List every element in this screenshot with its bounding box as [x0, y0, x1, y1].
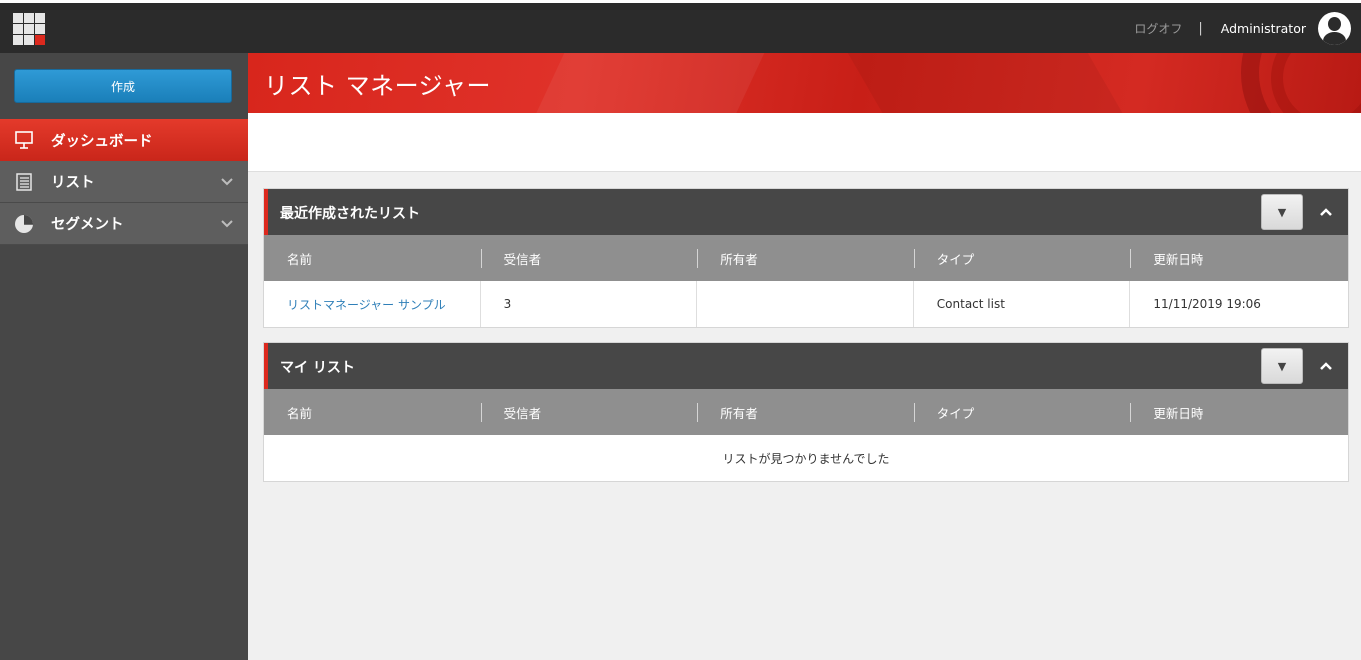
user-name[interactable]: Administrator: [1221, 21, 1306, 36]
recent-lists-panel: 最近作成されたリスト ▼ 名前 受信者 所有者 タイプ 更新日時 リストマネージ…: [263, 188, 1349, 328]
updated-cell: 11/11/2019 19:06: [1153, 297, 1261, 311]
avatar-icon[interactable]: [1318, 11, 1351, 45]
column-header-recipients[interactable]: 受信者: [480, 389, 698, 435]
top-bar: ログオフ | Administrator: [0, 0, 1361, 53]
column-header-owner[interactable]: 所有者: [697, 235, 914, 281]
page-title: リスト マネージャー: [264, 72, 491, 100]
app-launcher-icon[interactable]: [13, 13, 45, 45]
column-header-type[interactable]: タイプ: [913, 235, 1131, 281]
toolbar-area: [248, 113, 1361, 172]
list-name-link[interactable]: リストマネージャー サンプル: [264, 281, 481, 327]
sidebar: 作成 ダッシュボード リスト セグメント: [0, 53, 248, 660]
sidebar-item-label: セグメント: [51, 217, 124, 233]
my-lists-panel: マイ リスト ▼ 名前 受信者 所有者 タイプ 更新日時 リストが見つかりません…: [263, 342, 1349, 482]
table-row[interactable]: リストマネージャー サンプル 3 Contact list 11/11/2019…: [264, 281, 1348, 327]
table-header: 名前 受信者 所有者 タイプ 更新日時: [264, 389, 1348, 435]
column-header-name[interactable]: 名前: [264, 235, 481, 281]
column-header-name[interactable]: 名前: [264, 389, 481, 435]
pie-chart-icon: [13, 213, 35, 235]
list-icon: [13, 171, 35, 193]
sidebar-item-list[interactable]: リスト: [0, 161, 248, 203]
type-cell: Contact list: [914, 281, 1131, 327]
chevron-up-icon[interactable]: [1318, 204, 1334, 220]
column-header-type[interactable]: タイプ: [913, 389, 1131, 435]
sidebar-item-label: ダッシュボード: [51, 133, 153, 150]
chevron-down-icon[interactable]: [220, 217, 234, 231]
panel-options-button[interactable]: ▼: [1261, 194, 1303, 230]
logoff-link[interactable]: ログオフ: [1134, 20, 1182, 37]
column-header-updated[interactable]: 更新日時: [1130, 235, 1348, 281]
panel-header: 最近作成されたリスト ▼: [264, 189, 1348, 235]
recipients-cell: 3: [481, 281, 698, 327]
panel-options-button[interactable]: ▼: [1261, 348, 1303, 384]
presentation-board-icon: [13, 129, 35, 151]
column-header-recipients[interactable]: 受信者: [480, 235, 698, 281]
panel-title: マイ リスト: [280, 360, 355, 376]
column-header-updated[interactable]: 更新日時: [1130, 389, 1348, 435]
column-header-owner[interactable]: 所有者: [697, 389, 914, 435]
create-button[interactable]: 作成: [14, 69, 232, 103]
chevron-up-icon[interactable]: [1318, 358, 1334, 374]
chevron-down-icon[interactable]: [220, 175, 234, 189]
owner-cell: [697, 281, 914, 327]
table-header: 名前 受信者 所有者 タイプ 更新日時: [264, 235, 1348, 281]
sidebar-item-dashboard[interactable]: ダッシュボード: [0, 119, 248, 161]
empty-message: リストが見つかりませんでした: [264, 435, 1348, 481]
sidebar-item-label: リスト: [51, 175, 95, 191]
panel-header: マイ リスト ▼: [264, 343, 1348, 389]
user-area: ログオフ | Administrator: [1134, 11, 1351, 45]
panel-title: 最近作成されたリスト: [280, 206, 420, 222]
page-header: リスト マネージャー: [248, 53, 1361, 113]
separator: |: [1198, 20, 1203, 36]
sidebar-item-segment[interactable]: セグメント: [0, 203, 248, 245]
